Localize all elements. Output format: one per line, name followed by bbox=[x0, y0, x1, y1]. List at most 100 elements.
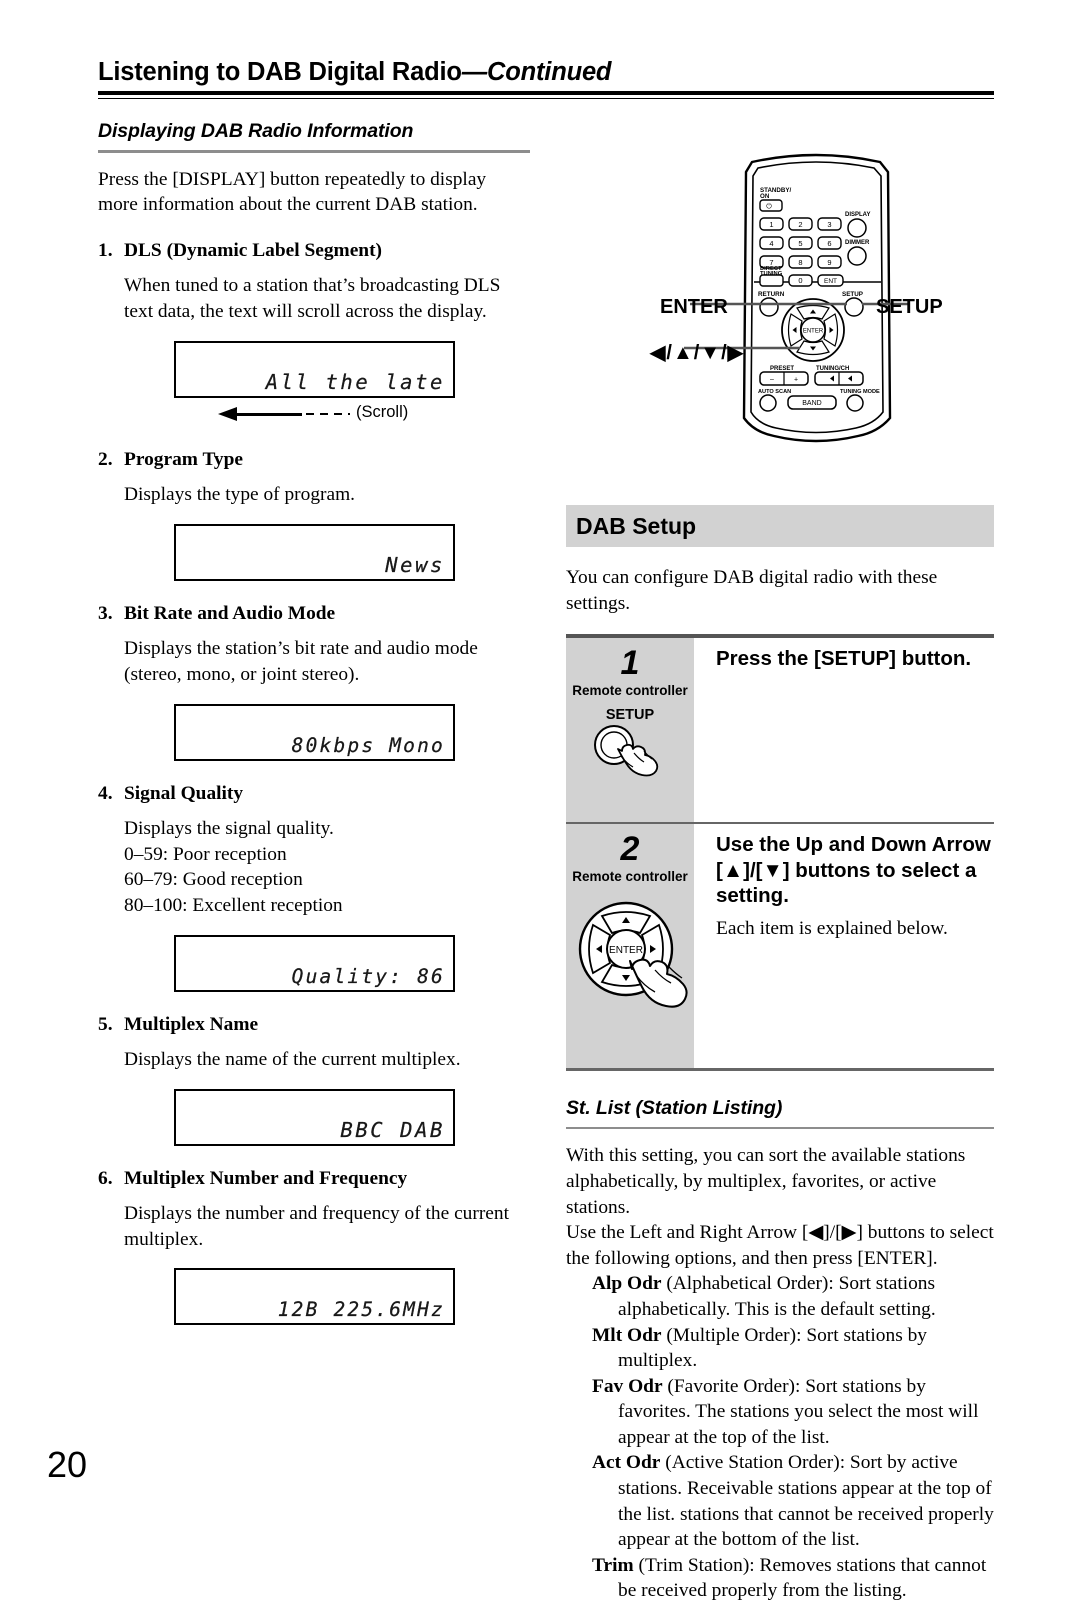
lcd-text: BBC DAB bbox=[340, 1117, 445, 1142]
running-head: Listening to DAB Digital Radio—Continued bbox=[98, 58, 994, 100]
list-item: 6. Multiplex Number and Frequency bbox=[98, 1166, 530, 1192]
svg-text:DISPLAY: DISPLAY bbox=[845, 212, 870, 218]
running-head-suffix: —Continued bbox=[461, 58, 612, 86]
option-desc: (Alphabetical Order): Sort stations alph… bbox=[618, 1273, 936, 1320]
svg-text:TUNING/CH: TUNING/CH bbox=[816, 366, 849, 372]
svg-text:AUTO SCAN: AUTO SCAN bbox=[758, 389, 791, 395]
step-number: 2 bbox=[620, 830, 640, 869]
step-number: 1 bbox=[620, 643, 640, 682]
item-heading: Multiplex Number and Frequency bbox=[124, 1167, 408, 1189]
option-item: Trim (Trim Station): Removes stations th… bbox=[592, 1553, 994, 1604]
step-heading: Use the Up and Down Arrow [▲]/[▼] button… bbox=[716, 833, 991, 908]
right-column: DAB Setup You can configure DAB digital … bbox=[566, 505, 994, 1604]
item-body: Displays the type of program. bbox=[124, 484, 356, 506]
lcd-display: News bbox=[174, 523, 455, 581]
page-title: Listening to DAB Digital Radio—Continued bbox=[98, 58, 612, 86]
stlist-options: Alp Odr (Alphabetical Order): Sort stati… bbox=[592, 1271, 994, 1604]
step-body: Each item is explained below. bbox=[716, 917, 948, 939]
svg-text:ENT: ENT bbox=[824, 278, 837, 285]
left-column: Displaying DAB Radio Information Press t… bbox=[98, 120, 530, 1326]
item-body: When tuned to a station that’s broadcast… bbox=[124, 275, 501, 322]
manual-page: Listening to DAB Digital Radio—Continued… bbox=[0, 0, 1080, 1601]
list-item: 2. Program Type bbox=[98, 447, 530, 473]
option-item: Mlt Odr (Multiple Order): Sort stations … bbox=[592, 1323, 994, 1374]
svg-text:0: 0 bbox=[798, 276, 802, 285]
list-item: 1. DLS (Dynamic Label Segment) bbox=[98, 238, 530, 264]
band-title: DAB Setup bbox=[576, 512, 697, 539]
item-body: Displays the name of the current multipl… bbox=[124, 1049, 461, 1071]
arrow-pad-press-illustration: ENTER bbox=[578, 901, 688, 1008]
item-number: 4. bbox=[98, 782, 113, 804]
svg-text:4: 4 bbox=[769, 239, 773, 248]
lcd-display: All the late bbox=[174, 340, 455, 398]
svg-text:RETURN: RETURN bbox=[758, 291, 785, 298]
option-desc: (Multiple Order): Sort stations by multi… bbox=[618, 1324, 927, 1372]
lcd-display: BBC DAB bbox=[174, 1088, 455, 1146]
step-sidebar: 2 Remote controller ENTER bbox=[566, 824, 694, 1069]
stlist-intro-1: With this setting, you can sort the avai… bbox=[566, 1145, 966, 1218]
item-number: 3. bbox=[98, 602, 113, 624]
svg-text:ON: ON bbox=[760, 193, 770, 200]
item-body: Displays the station’s bit rate and audi… bbox=[124, 638, 478, 685]
svg-text:⏻: ⏻ bbox=[766, 203, 772, 211]
item-heading: Signal Quality bbox=[124, 782, 244, 804]
option-desc: (Active Station Order): Sort by active s… bbox=[618, 1452, 994, 1551]
section-heading-displaying: Displaying DAB Radio Information bbox=[98, 120, 414, 142]
lcd-display: 80kbps Mono bbox=[174, 703, 455, 761]
scroll-arrow-icon bbox=[218, 406, 350, 421]
item-number: 1. bbox=[98, 239, 113, 261]
list-item: 3. Bit Rate and Audio Mode bbox=[98, 601, 530, 627]
step-device-label: Remote controller bbox=[572, 682, 688, 698]
svg-text:SETUP: SETUP bbox=[842, 291, 863, 298]
item-body-line: Displays the signal quality. bbox=[124, 818, 334, 840]
item-heading: DLS (Dynamic Label Segment) bbox=[124, 239, 382, 261]
callout-arrow-buttons: ◀/▲/▼/▶ bbox=[650, 342, 745, 364]
svg-text:5: 5 bbox=[798, 239, 802, 248]
lcd-text: News bbox=[385, 552, 445, 577]
step-heading: Press the [SETUP] button. bbox=[716, 646, 972, 670]
list-item: 5. Multiplex Name bbox=[98, 1012, 530, 1038]
svg-text:TUNING MODE: TUNING MODE bbox=[840, 389, 880, 395]
header-rule-thick bbox=[98, 91, 994, 95]
lcd-text: Quality: 86 bbox=[291, 964, 445, 988]
setup-button-press-illustration bbox=[594, 724, 659, 776]
item-body-line: 0–59: Poor reception bbox=[124, 843, 287, 865]
svg-text:9: 9 bbox=[827, 258, 831, 267]
option-desc: (Trim Station): Removes stations that ca… bbox=[618, 1554, 987, 1602]
lcd-display: 12B 225.6MHz bbox=[174, 1268, 455, 1326]
step-block: 1 Remote controller SETUP Press the [SET… bbox=[566, 637, 994, 822]
item-number: 5. bbox=[98, 1013, 113, 1035]
page-number: 20 bbox=[47, 1444, 88, 1485]
step-sidebar: 1 Remote controller SETUP bbox=[566, 637, 694, 822]
item-body-line: 80–100: Excellent reception bbox=[124, 894, 343, 916]
option-term: Act Odr bbox=[592, 1452, 661, 1474]
svg-text:3: 3 bbox=[827, 220, 831, 229]
option-term: Fav Odr bbox=[592, 1375, 663, 1397]
option-term: Trim bbox=[592, 1554, 634, 1576]
svg-text:8: 8 bbox=[798, 258, 802, 267]
svg-text:1: 1 bbox=[769, 220, 773, 229]
option-term: Alp Odr bbox=[592, 1273, 662, 1295]
enter-button-label: ENTER bbox=[609, 945, 643, 956]
svg-text:6: 6 bbox=[827, 239, 831, 248]
step-block: 2 Remote controller ENTER Use the Up and… bbox=[566, 824, 994, 1069]
lcd-display: Quality: 86 bbox=[174, 934, 455, 992]
option-term: Mlt Odr bbox=[592, 1324, 662, 1346]
option-item: Alp Odr (Alphabetical Order): Sort stati… bbox=[592, 1271, 994, 1322]
item-body-line: 60–79: Good reception bbox=[124, 869, 303, 891]
option-item: Act Odr (Active Station Order): Sort by … bbox=[592, 1450, 994, 1552]
item-body: Displays the number and frequency of the… bbox=[124, 1203, 509, 1250]
item-heading: Program Type bbox=[124, 448, 244, 470]
step-content: Use the Up and Down Arrow [▲]/[▼] button… bbox=[694, 824, 994, 1068]
svg-text:–: – bbox=[770, 377, 774, 384]
section-band-dab-setup: DAB Setup bbox=[566, 505, 994, 547]
svg-text:DIMMER: DIMMER bbox=[845, 240, 870, 246]
item-number: 2. bbox=[98, 448, 113, 470]
option-desc: (Favorite Order): Sort stations by favor… bbox=[618, 1375, 979, 1448]
lcd-text: All the late bbox=[265, 369, 445, 394]
svg-text:+: + bbox=[794, 377, 798, 384]
svg-text:PRESET: PRESET bbox=[770, 366, 794, 372]
stlist-intro-2: Use the Left and Right Arrow [◀]/[▶] but… bbox=[566, 1222, 994, 1269]
intro-paragraph: Press the [DISPLAY] button repeatedly to… bbox=[98, 168, 487, 216]
svg-text:ENTER: ENTER bbox=[803, 329, 824, 335]
